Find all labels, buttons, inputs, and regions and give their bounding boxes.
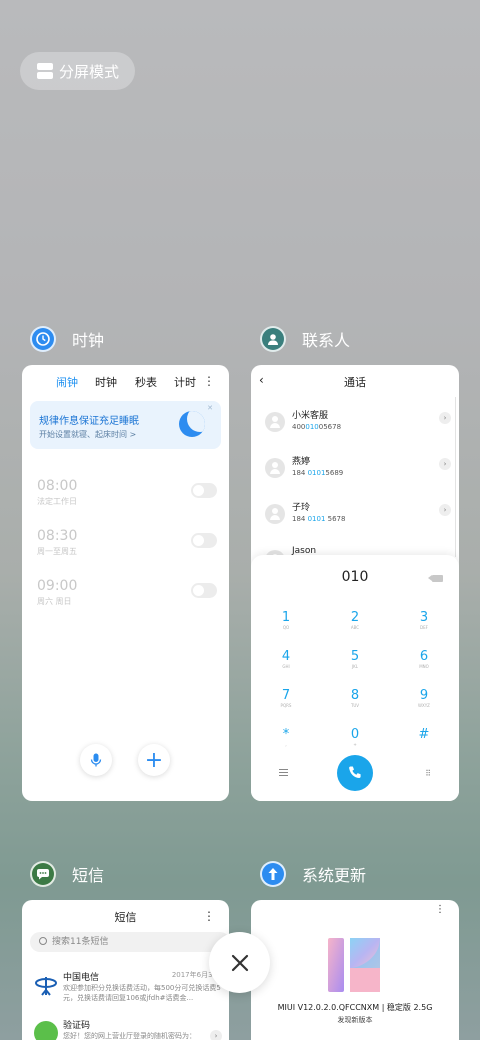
more-options-icon[interactable]: ⋮ xyxy=(203,909,215,923)
message-item[interactable]: 验证码 您好！您的网上营业厅登录的随机密码为： xyxy=(34,1018,224,1040)
app-name-clock: 时钟 xyxy=(72,331,105,350)
app-name-update: 系统更新 xyxy=(302,866,367,885)
banner-close-icon[interactable]: ✕ xyxy=(207,404,213,412)
tab-stopwatch[interactable]: 秒表 xyxy=(135,374,157,390)
clear-all-button[interactable] xyxy=(209,932,270,993)
miui-12-logo-icon xyxy=(328,938,380,992)
sender-name: 中国电信 xyxy=(63,973,100,983)
update-app-card[interactable]: ⋮ MIUI V12.0.2.0.QFCCNXM | 稳定版 2.5G 发现新版… xyxy=(251,900,459,1040)
contact-row[interactable]: 子玲 184 0101 5678 › xyxy=(265,500,451,532)
dial-key-2[interactable]: 2 ABC xyxy=(335,611,375,631)
dial-key-star[interactable]: *, xyxy=(266,728,306,748)
add-alarm-button[interactable]: + xyxy=(138,744,170,776)
alarm-time: 08:30 xyxy=(37,528,78,544)
more-options-icon[interactable]: ⋮ xyxy=(435,904,445,915)
contacts-title: 通话 xyxy=(344,376,366,389)
dial-key-5[interactable]: 5 JKL xyxy=(335,650,375,670)
dial-key-hash[interactable]: # xyxy=(404,728,444,742)
alarm-toggle[interactable] xyxy=(191,483,217,498)
message-icon[interactable] xyxy=(30,861,56,887)
tab-timer[interactable]: 计时 xyxy=(174,374,196,390)
dial-key-4[interactable]: 4 GHI xyxy=(266,650,306,670)
message-preview: 欢迎参加积分兑换话费活动，每500分可兑换话费5元，兑换话费请回复106或jfd… xyxy=(63,984,221,1002)
tab-alarm[interactable]: 闹钟 xyxy=(56,374,78,390)
more-options-icon[interactable]: ⋮ xyxy=(203,374,215,388)
dial-key-8[interactable]: 8 TUV xyxy=(335,689,375,709)
contact-name: 小米客服 xyxy=(292,411,329,421)
message-preview: 您好！您的网上营业厅登录的随机密码为： xyxy=(63,1032,196,1040)
alarm-toggle[interactable] xyxy=(191,583,217,598)
contact-row[interactable]: 燕婷 184 01015689 › xyxy=(265,454,451,486)
alarm-repeat: 周一至周五 xyxy=(37,547,77,556)
contacts-app-card[interactable]: ‹ 通话 小米客服 40001005678 › 燕婷 184 01015689 … xyxy=(251,365,459,801)
scrollbar[interactable] xyxy=(455,397,456,557)
voice-alarm-button[interactable] xyxy=(80,744,112,776)
dial-key-3[interactable]: 3 DEF xyxy=(404,611,444,631)
clock-icon[interactable] xyxy=(30,326,56,352)
update-status: 发现新版本 xyxy=(337,1016,373,1024)
sleep-banner[interactable]: 规律作息保证充足睡眠 开始设置就寝、起床时间 > ✕ xyxy=(30,401,221,449)
close-icon xyxy=(231,954,248,971)
clock-tabs: 闹钟 时钟 秒表 计时 ⋮ xyxy=(22,374,229,390)
contact-row[interactable]: 小米客服 40001005678 › xyxy=(265,408,451,440)
dialpad: 010 1 QO 2 ABC 3 DEF 4 GHI 5 JKL 6 MNO 7 PQRS 8… xyxy=(251,555,459,801)
banner-title: 规律作息保证充足睡眠 xyxy=(39,416,139,427)
split-screen-button[interactable]: 分屏模式 xyxy=(20,52,135,90)
backspace-icon[interactable] xyxy=(428,575,443,582)
microphone-icon xyxy=(90,753,102,767)
contact-name: 子玲 xyxy=(292,503,311,513)
tab-clock[interactable]: 时钟 xyxy=(95,374,117,390)
dial-key-9[interactable]: 9 WXYZ xyxy=(404,689,444,709)
sms-title: 短信 xyxy=(114,911,137,924)
sms-app-card[interactable]: 短信 ⋮ 搜索11条短信 中国电信 2017年6月30日 欢迎参加积分兑换话费活… xyxy=(22,900,229,1040)
dial-key-7[interactable]: 7 PQRS xyxy=(266,689,306,709)
chevron-right-icon[interactable]: › xyxy=(439,412,451,424)
update-arrow-icon[interactable] xyxy=(260,861,286,887)
avatar-icon xyxy=(265,504,285,524)
split-screen-label: 分屏模式 xyxy=(59,62,120,81)
phone-icon xyxy=(349,766,361,778)
keypad-icon[interactable]: ⠿ xyxy=(425,769,431,778)
app-header-update: 系统更新 xyxy=(260,861,366,887)
alarm-item[interactable]: 08:00 法定工作日 xyxy=(37,478,217,510)
alarm-repeat: 法定工作日 xyxy=(37,497,77,506)
message-item[interactable]: 中国电信 2017年6月30日 欢迎参加积分兑换话费活动，每500分可兑换话费5… xyxy=(34,970,224,1010)
alarm-item[interactable]: 08:30 周一至周五 xyxy=(37,528,217,560)
alarm-toggle[interactable] xyxy=(191,533,217,548)
sender-name: 验证码 xyxy=(63,1021,91,1031)
app-header-sms: 短信 xyxy=(30,861,104,887)
alarm-time: 08:00 xyxy=(37,478,78,494)
app-name-contacts: 联系人 xyxy=(302,331,351,350)
app-header-contacts: 联系人 xyxy=(260,326,350,352)
app-name-sms: 短信 xyxy=(72,866,105,885)
alarm-item[interactable]: 09:00 周六 周日 xyxy=(37,578,217,610)
clock-app-card[interactable]: 闹钟 时钟 秒表 计时 ⋮ 规律作息保证充足睡眠 开始设置就寝、起床时间 > ✕… xyxy=(22,365,229,801)
dial-key-1[interactable]: 1 QO xyxy=(266,611,306,631)
search-input[interactable]: 搜索11条短信 xyxy=(30,932,229,952)
contact-name: 燕婷 xyxy=(292,457,311,467)
moon-icon xyxy=(179,411,205,437)
plus-icon: + xyxy=(144,747,164,773)
split-screen-icon xyxy=(37,63,53,79)
call-button[interactable] xyxy=(337,755,373,791)
contact-number: 184 0101 5678 xyxy=(292,515,346,523)
contact-number: 40001005678 xyxy=(292,423,342,431)
menu-icon[interactable] xyxy=(279,769,288,776)
chevron-right-icon[interactable]: › xyxy=(439,458,451,470)
dial-key-6[interactable]: 6 MNO xyxy=(404,650,444,670)
contact-number: 184 01015689 xyxy=(292,469,344,477)
dial-key-0[interactable]: 0 + xyxy=(335,728,375,748)
banner-subtitle: 开始设置就寝、起床时间 > xyxy=(39,430,137,439)
chevron-right-icon[interactable]: › xyxy=(439,504,451,516)
china-telecom-logo-icon xyxy=(34,973,58,997)
alarm-time: 09:00 xyxy=(37,578,78,594)
avatar-icon xyxy=(265,412,285,432)
contacts-icon[interactable] xyxy=(260,326,286,352)
chevron-right-icon[interactable]: › xyxy=(210,1030,222,1040)
chat-bubble-icon xyxy=(34,1021,58,1040)
update-version: MIUI V12.0.2.0.QFCCNXM | 稳定版 2.5G xyxy=(277,1003,433,1012)
avatar-icon xyxy=(265,458,285,478)
alarm-repeat: 周六 周日 xyxy=(37,597,72,606)
app-header-clock: 时钟 xyxy=(30,326,104,352)
